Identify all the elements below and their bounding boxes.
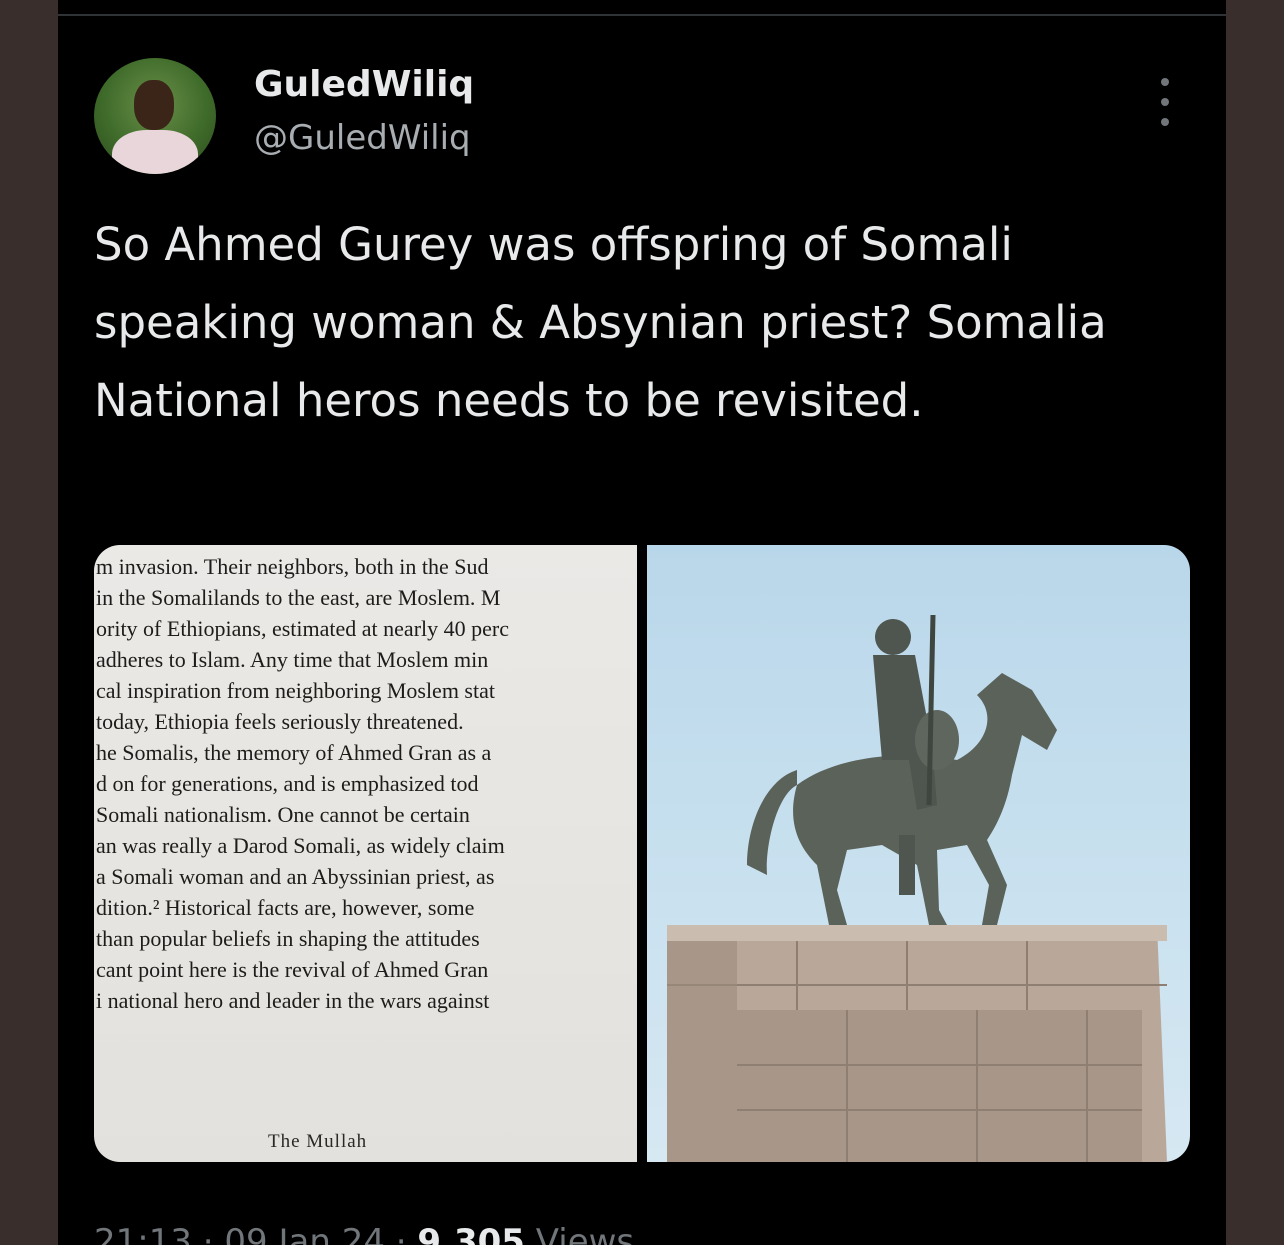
book-page-line: cal inspiration from neighboring Moslem … xyxy=(96,678,495,703)
book-page-line: dition.² Historical facts are, however, … xyxy=(96,895,475,920)
book-page-line: today, Ethiopia feels seriously threaten… xyxy=(96,709,464,734)
book-page-line: Somali nationalism. One cannot be certai… xyxy=(96,802,470,827)
book-page-footer: The Mullah xyxy=(268,1131,368,1152)
author-display-name[interactable]: GuledWiliq xyxy=(254,64,474,105)
book-page-line: an was really a Darod Somali, as widely … xyxy=(96,833,505,858)
book-page-text: m invasion. Their neighbors, both in the… xyxy=(96,551,637,1016)
book-page-line: he Somalis, the memory of Ahmed Gran as … xyxy=(96,740,492,765)
avatar[interactable] xyxy=(94,58,216,174)
book-page-line: ority of Ethiopians, estimated at nearly… xyxy=(96,616,509,641)
book-page-line: m invasion. Their neighbors, both in the… xyxy=(96,554,489,579)
book-page-line: i national hero and leader in the wars a… xyxy=(96,988,490,1013)
views-label: Views xyxy=(535,1222,635,1245)
book-page-line: than popular beliefs in shaping the atti… xyxy=(96,926,480,951)
book-page-line: cant point here is the revival of Ahmed … xyxy=(96,957,489,982)
views-count: 9,305 xyxy=(417,1222,525,1245)
tweet-text: So Ahmed Gurey was offspring of Somali s… xyxy=(94,218,1107,427)
book-page-line: d on for generations, and is emphasized … xyxy=(96,771,479,796)
top-divider xyxy=(58,14,1226,16)
book-page-line: adheres to Islam. Any time that Moslem m… xyxy=(96,647,489,672)
tweet-card: GuledWiliq @GuledWiliq So Ahmed Gurey wa… xyxy=(58,0,1226,1245)
book-page-line: a Somali woman and an Abyssinian priest,… xyxy=(96,864,495,889)
more-vertical-icon[interactable] xyxy=(1150,78,1180,126)
author-handle[interactable]: @GuledWiliq xyxy=(254,118,471,158)
tweet-media[interactable]: m invasion. Their neighbors, both in the… xyxy=(94,545,1190,1162)
statue-illustration xyxy=(667,614,1167,1162)
tweet-time-date[interactable]: 21:13 · 09 Jan 24 · xyxy=(94,1222,407,1245)
book-page-image[interactable]: m invasion. Their neighbors, both in the… xyxy=(94,545,637,1162)
tweet-meta: 21:13 · 09 Jan 24 · 9,305 Views xyxy=(94,1222,634,1245)
statue-photo[interactable] xyxy=(647,545,1190,1162)
book-page-line: in the Somalilands to the east, are Mosl… xyxy=(96,585,501,610)
